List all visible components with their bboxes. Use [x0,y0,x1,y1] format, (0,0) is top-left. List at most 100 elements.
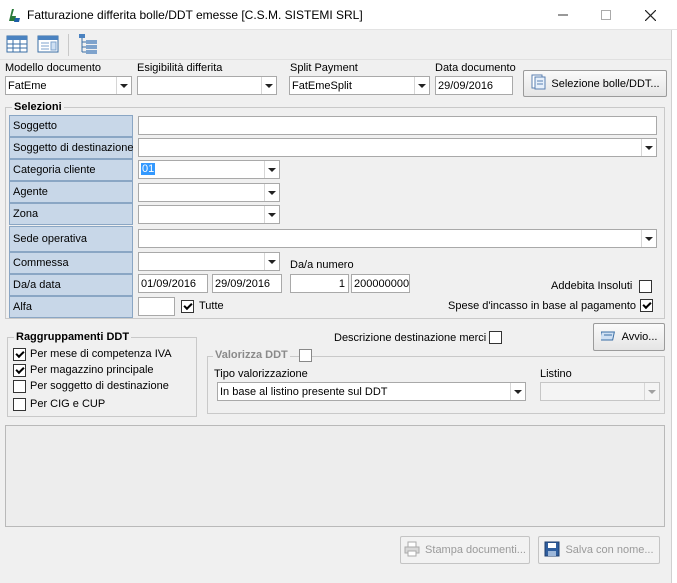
app-logo-icon [6,7,22,23]
soggetto-label: Soggetto [9,115,133,137]
selezione-bolle-button[interactable]: Selezione bolle/DDT... [523,70,667,97]
start-icon [598,329,617,346]
numero-from-field[interactable]: 1 [290,274,349,293]
commessa-select[interactable] [138,252,280,271]
sede-label: Sede operativa [9,226,133,252]
descrizione-dest-checkbox[interactable] [489,331,502,344]
spese-incasso-label: Spese d'incasso in base al pagamento [448,300,637,312]
chevron-down-icon[interactable] [641,139,656,156]
stampa-documenti-label: Stampa documenti... [425,544,526,556]
split-value: FatEmeSplit [292,80,352,92]
checkmark-icon [14,348,25,359]
grid-view-icon[interactable] [6,33,28,55]
avvio-label: Avvio... [621,331,658,343]
data-to-value: 29/09/2016 [215,278,271,290]
window-edge [672,30,677,583]
numero-to-field[interactable]: 200000000 [351,274,410,293]
log-area [5,425,665,527]
categoria-value: 01 [141,163,156,175]
close-button[interactable] [628,0,673,30]
selezioni-title: Selezioni [12,101,64,113]
rag-cig-checkbox[interactable] [13,398,26,411]
da-numero-label: Da/a numero [290,259,354,271]
valorizza-title: Valorizza DDT [213,349,290,361]
chevron-down-icon[interactable] [264,206,279,223]
chevron-down-icon[interactable] [644,383,659,400]
data-documento-label: Data documento [435,62,516,74]
window-title: Fatturazione differita bolle/DDT emesse … [27,8,363,22]
esigibilita-label: Esigibilità differita [137,62,223,74]
tree-list-icon[interactable] [77,33,99,55]
soggetto-input[interactable] [138,116,657,135]
tipo-valorizzazione-select[interactable]: In base al listino presente sul DDT [217,382,526,401]
agente-select[interactable] [138,183,280,202]
modello-value: FatEme [8,80,47,92]
soggetto-dest-select[interactable] [138,138,657,157]
selezione-bolle-label: Selezione bolle/DDT... [551,77,660,90]
da-data-label: Da/a data [9,274,133,296]
minimize-button[interactable] [540,0,585,30]
rag-soggetto-checkbox[interactable] [13,380,26,393]
valorizza-checkbox[interactable] [299,349,312,362]
split-select[interactable]: FatEmeSplit [289,76,430,95]
rag-magazzino-label: Per magazzino principale [30,364,154,376]
chevron-down-icon[interactable] [414,77,429,94]
checkmark-icon [14,364,25,375]
data-documento-field[interactable]: 29/09/2016 [435,76,513,95]
chevron-down-icon[interactable] [264,184,279,201]
chevron-down-icon[interactable] [264,253,279,270]
rag-soggetto-label: Per soggetto di destinazione [30,380,169,392]
agente-label: Agente [9,181,133,203]
zona-select[interactable] [138,205,280,224]
spese-incasso-checkbox[interactable] [640,299,653,312]
chevron-down-icon[interactable] [641,230,656,247]
form-view-icon[interactable] [37,33,59,55]
rag-mese-checkbox[interactable] [13,348,26,361]
salva-con-nome-button[interactable]: Salva con nome... [538,536,660,564]
categoria-label: Categoria cliente [9,159,133,181]
document-icon [530,74,546,93]
chevron-down-icon[interactable] [510,383,525,400]
data-from-field[interactable]: 01/09/2016 [138,274,208,293]
salva-con-nome-label: Salva con nome... [565,544,654,556]
toolbar [0,30,677,60]
alfa-label: Alfa [9,296,133,318]
listino-label: Listino [540,368,572,380]
tutte-checkbox[interactable] [181,300,194,313]
chevron-down-icon[interactable] [264,161,279,178]
checkmark-icon [641,299,652,310]
zona-label: Zona [9,203,133,225]
maximize-button[interactable] [583,0,628,30]
printer-icon [404,541,420,560]
categoria-select[interactable]: 01 [138,160,280,179]
listino-select[interactable] [540,382,660,401]
avvio-button[interactable]: Avvio... [593,323,665,351]
numero-to-value: 200000000 [354,278,410,290]
chevron-down-icon[interactable] [261,77,276,94]
commessa-label: Commessa [9,252,133,274]
tutte-label: Tutte [199,300,224,312]
addebita-insoluti-label: Addebita Insoluti [551,280,633,292]
rag-mese-label: Per mese di competenza IVA [30,348,172,360]
data-from-value: 01/09/2016 [141,278,197,290]
save-disk-icon [544,541,560,560]
stampa-documenti-button[interactable]: Stampa documenti... [400,536,530,564]
chevron-down-icon[interactable] [116,77,131,94]
raggruppamenti-title: Raggruppamenti DDT [14,331,132,343]
sede-select[interactable] [138,229,657,248]
rag-cig-label: Per CIG e CUP [30,398,106,410]
tipo-valorizzazione-label: Tipo valorizzazione [214,368,308,380]
esigibilita-select[interactable] [137,76,277,95]
addebita-insoluti-checkbox[interactable] [639,280,652,293]
data-documento-value: 29/09/2016 [438,80,494,92]
split-label: Split Payment [290,62,358,74]
rag-magazzino-checkbox[interactable] [13,364,26,377]
tipo-valorizzazione-value: In base al listino presente sul DDT [220,386,388,398]
modello-select[interactable]: FatEme [5,76,132,95]
data-to-field[interactable]: 29/09/2016 [212,274,282,293]
alfa-input[interactable] [138,297,175,316]
modello-label: Modello documento [5,62,102,74]
toolbar-separator [68,34,69,56]
descrizione-dest-label: Descrizione destinazione merci [334,332,487,344]
checkmark-icon [182,300,193,311]
